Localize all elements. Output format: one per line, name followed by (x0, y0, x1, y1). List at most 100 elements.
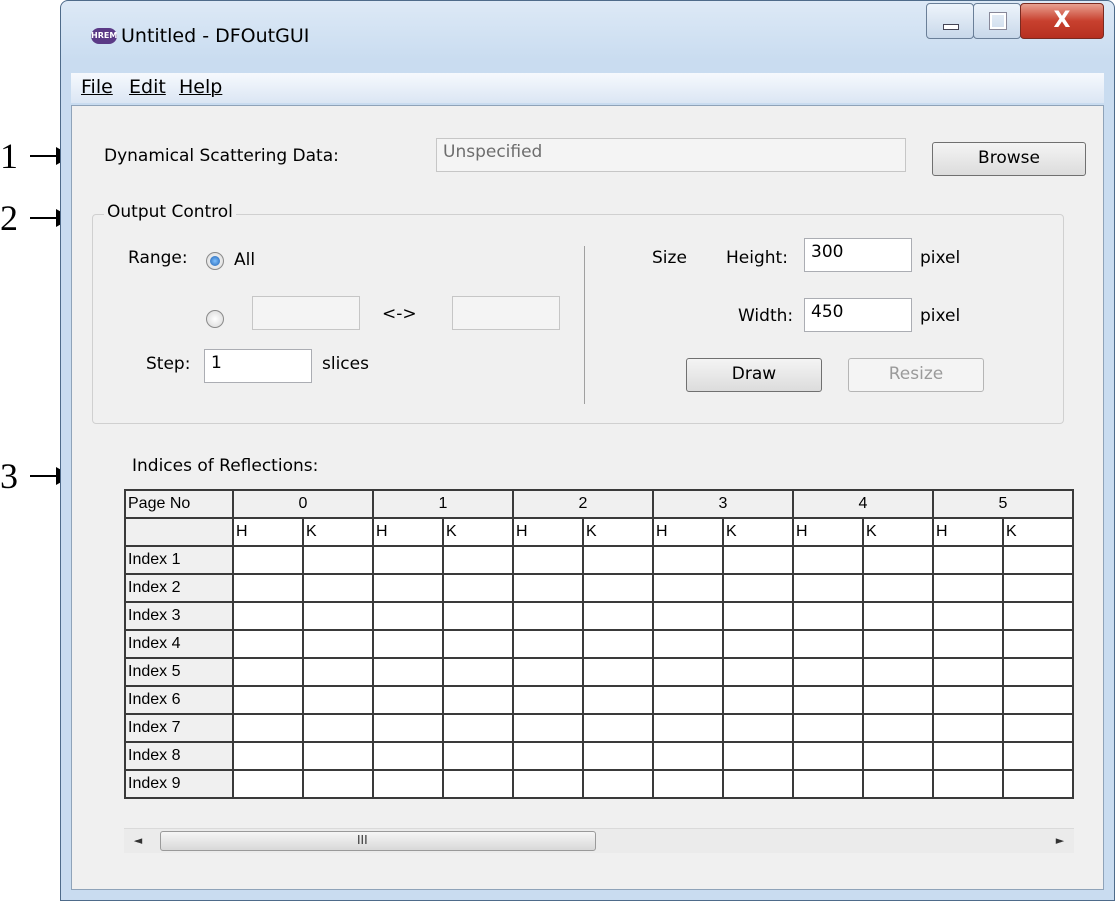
table-cell[interactable] (512, 545, 584, 575)
table-cell[interactable] (442, 713, 514, 743)
menu-file[interactable]: File (81, 76, 113, 98)
table-cell[interactable] (582, 713, 654, 743)
table-cell[interactable] (792, 657, 864, 687)
table-cell[interactable] (722, 769, 794, 799)
table-cell[interactable] (582, 629, 654, 659)
table-cell[interactable] (442, 545, 514, 575)
table-cell[interactable] (1002, 657, 1074, 687)
table-cell[interactable] (1002, 685, 1074, 715)
table-cell[interactable] (932, 769, 1004, 799)
table-cell[interactable] (652, 629, 724, 659)
table-cell[interactable] (512, 601, 584, 631)
table-cell[interactable] (372, 713, 444, 743)
table-cell[interactable] (232, 657, 304, 687)
range-all-radio[interactable] (206, 252, 224, 270)
table-cell[interactable] (302, 713, 374, 743)
table-cell[interactable] (372, 657, 444, 687)
table-cell[interactable] (302, 545, 374, 575)
table-cell[interactable] (232, 769, 304, 799)
table-cell[interactable] (302, 573, 374, 603)
range-from-input[interactable] (252, 296, 360, 330)
table-cell[interactable] (512, 685, 584, 715)
table-cell[interactable] (512, 713, 584, 743)
table-cell[interactable] (1002, 601, 1074, 631)
table-cell[interactable] (442, 573, 514, 603)
table-cell[interactable] (932, 573, 1004, 603)
menu-edit[interactable]: Edit (129, 76, 166, 98)
table-cell[interactable] (932, 657, 1004, 687)
scroll-thumb[interactable]: III (160, 831, 596, 851)
horizontal-scrollbar[interactable]: ◄ III ► (124, 828, 1074, 853)
table-cell[interactable] (512, 629, 584, 659)
width-input[interactable]: 450 (804, 298, 912, 332)
menu-help[interactable]: Help (179, 76, 222, 98)
table-cell[interactable] (582, 741, 654, 771)
table-cell[interactable] (932, 741, 1004, 771)
table-cell[interactable] (722, 657, 794, 687)
table-cell[interactable] (582, 573, 654, 603)
table-cell[interactable] (512, 769, 584, 799)
table-cell[interactable] (722, 713, 794, 743)
table-cell[interactable] (232, 545, 304, 575)
scroll-right-icon[interactable]: ► (1050, 831, 1070, 851)
table-cell[interactable] (582, 545, 654, 575)
table-cell[interactable] (792, 573, 864, 603)
table-cell[interactable] (862, 769, 934, 799)
table-cell[interactable] (442, 657, 514, 687)
table-cell[interactable] (862, 573, 934, 603)
table-cell[interactable] (792, 741, 864, 771)
minimize-button[interactable] (926, 3, 974, 39)
step-input[interactable]: 1 (204, 349, 312, 383)
table-cell[interactable] (372, 545, 444, 575)
title-bar[interactable]: HREM Untitled - DFOutGUI X (61, 1, 1114, 63)
table-cell[interactable] (372, 629, 444, 659)
table-cell[interactable] (862, 657, 934, 687)
table-cell[interactable] (232, 573, 304, 603)
table-cell[interactable] (442, 685, 514, 715)
table-cell[interactable] (862, 629, 934, 659)
table-cell[interactable] (1002, 573, 1074, 603)
table-cell[interactable] (862, 741, 934, 771)
table-cell[interactable] (722, 629, 794, 659)
table-cell[interactable] (932, 601, 1004, 631)
table-cell[interactable] (302, 629, 374, 659)
table-cell[interactable] (862, 685, 934, 715)
table-cell[interactable] (372, 769, 444, 799)
table-cell[interactable] (652, 685, 724, 715)
table-cell[interactable] (512, 741, 584, 771)
table-cell[interactable] (932, 713, 1004, 743)
table-cell[interactable] (372, 685, 444, 715)
table-cell[interactable] (442, 629, 514, 659)
table-cell[interactable] (1002, 769, 1074, 799)
table-cell[interactable] (1002, 629, 1074, 659)
table-cell[interactable] (302, 657, 374, 687)
maximize-button[interactable] (973, 3, 1021, 39)
table-cell[interactable] (372, 573, 444, 603)
table-cell[interactable] (442, 769, 514, 799)
table-cell[interactable] (512, 573, 584, 603)
height-input[interactable]: 300 (804, 238, 912, 272)
table-cell[interactable] (932, 629, 1004, 659)
table-cell[interactable] (512, 657, 584, 687)
table-cell[interactable] (862, 601, 934, 631)
close-button[interactable]: X (1020, 3, 1104, 39)
table-cell[interactable] (652, 713, 724, 743)
table-cell[interactable] (652, 741, 724, 771)
table-cell[interactable] (372, 741, 444, 771)
reflections-grid[interactable]: Page No 0 1 2 3 4 5 H K H K H K H K H K H K Index 1 Index 2I… (124, 489, 1074, 821)
table-cell[interactable] (792, 685, 864, 715)
table-cell[interactable] (722, 601, 794, 631)
table-cell[interactable] (582, 657, 654, 687)
range-custom-radio[interactable] (206, 310, 224, 328)
table-cell[interactable] (862, 713, 934, 743)
table-cell[interactable] (1002, 741, 1074, 771)
table-cell[interactable] (1002, 545, 1074, 575)
table-cell[interactable] (722, 741, 794, 771)
table-cell[interactable] (652, 657, 724, 687)
table-cell[interactable] (652, 545, 724, 575)
table-cell[interactable] (652, 573, 724, 603)
table-cell[interactable] (792, 713, 864, 743)
table-cell[interactable] (232, 741, 304, 771)
table-cell[interactable] (582, 601, 654, 631)
table-cell[interactable] (792, 629, 864, 659)
